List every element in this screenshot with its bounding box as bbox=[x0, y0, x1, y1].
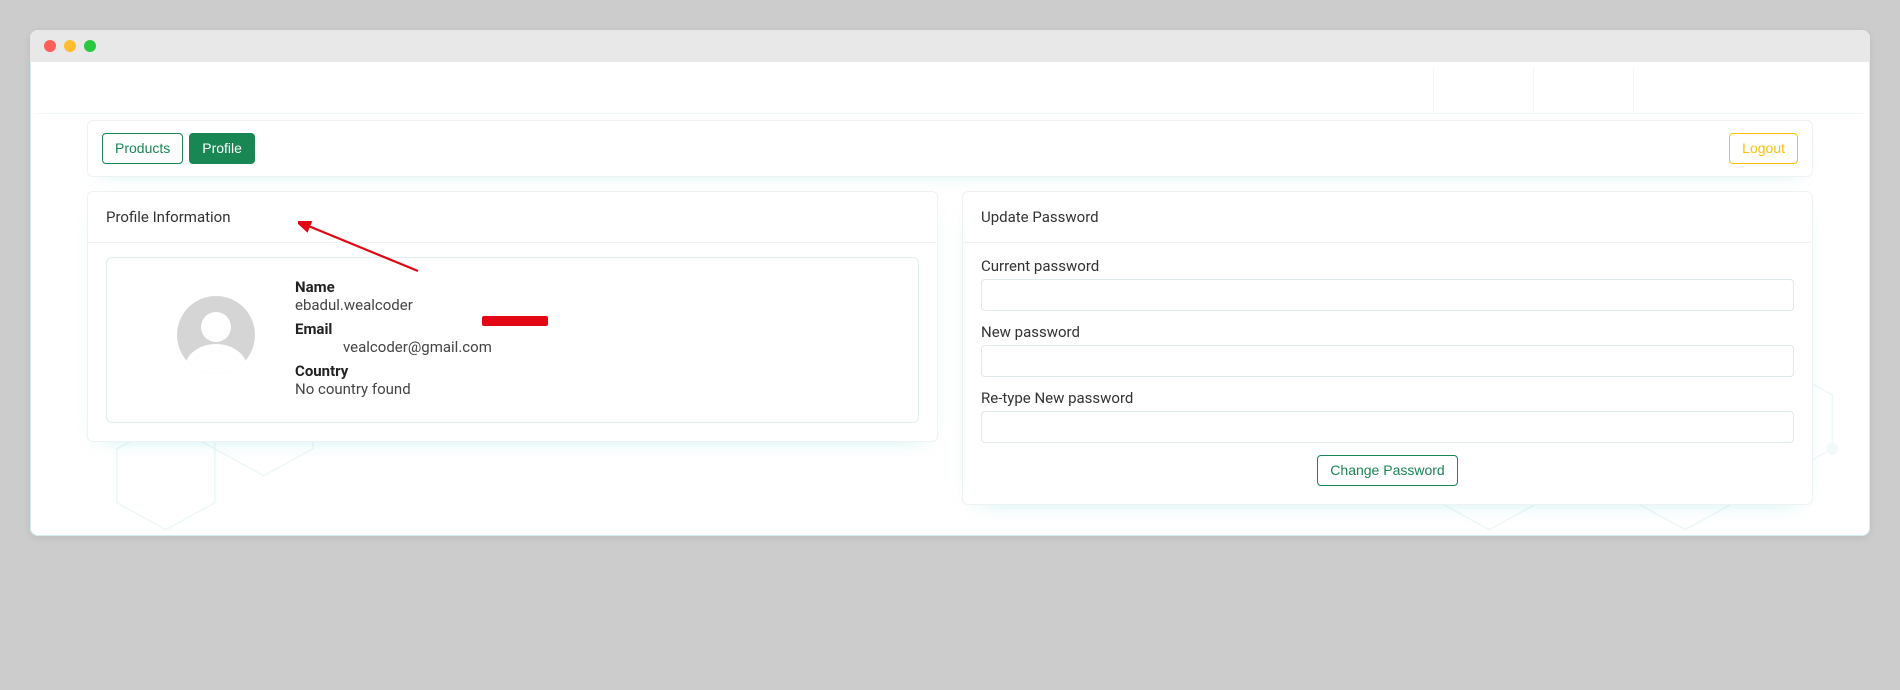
app-window: Products Profile Logout Profile Informat… bbox=[30, 30, 1870, 536]
topbar bbox=[37, 68, 1863, 114]
profile-info-box: Name ebadul.wealcoder Email vealcoder@gm… bbox=[106, 257, 919, 423]
new-password-label: New password bbox=[981, 323, 1794, 341]
window-minimize-icon[interactable] bbox=[64, 40, 76, 52]
country-value: No country found bbox=[295, 380, 492, 398]
update-password-title: Update Password bbox=[963, 192, 1812, 243]
profile-info-title: Profile Information bbox=[88, 192, 937, 243]
profile-info-list: Name ebadul.wealcoder Email vealcoder@gm… bbox=[295, 276, 492, 404]
country-label: Country bbox=[295, 362, 492, 380]
topbar-slot-3 bbox=[1633, 68, 1863, 113]
name-value: ebadul.wealcoder bbox=[295, 296, 492, 314]
profile-info-card: Profile Information Name ebadul.wealcode… bbox=[87, 191, 938, 442]
tab-products[interactable]: Products bbox=[102, 133, 183, 164]
update-password-card: Update Password Current password New pas… bbox=[962, 191, 1813, 505]
retype-password-label: Re-type New password bbox=[981, 389, 1794, 407]
tab-profile[interactable]: Profile bbox=[189, 133, 255, 164]
window-maximize-icon[interactable] bbox=[84, 40, 96, 52]
new-password-input[interactable] bbox=[981, 345, 1794, 377]
redaction-icon bbox=[484, 316, 548, 326]
name-label: Name bbox=[295, 278, 492, 296]
topbar-slot-2 bbox=[1533, 68, 1633, 113]
window-close-icon[interactable] bbox=[44, 40, 56, 52]
topbar-slot-1 bbox=[1433, 68, 1533, 113]
current-password-label: Current password bbox=[981, 257, 1794, 275]
logout-button[interactable]: Logout bbox=[1729, 133, 1798, 164]
tabs-bar: Products Profile Logout bbox=[87, 120, 1813, 177]
window-titlebar bbox=[30, 30, 1870, 62]
app-content: Products Profile Logout Profile Informat… bbox=[30, 62, 1870, 536]
change-password-button[interactable]: Change Password bbox=[1317, 455, 1457, 486]
avatar-icon bbox=[177, 296, 255, 374]
email-value: vealcoder@gmail.com bbox=[295, 338, 492, 356]
retype-password-input[interactable] bbox=[981, 411, 1794, 443]
email-label: Email bbox=[295, 320, 492, 338]
current-password-input[interactable] bbox=[981, 279, 1794, 311]
